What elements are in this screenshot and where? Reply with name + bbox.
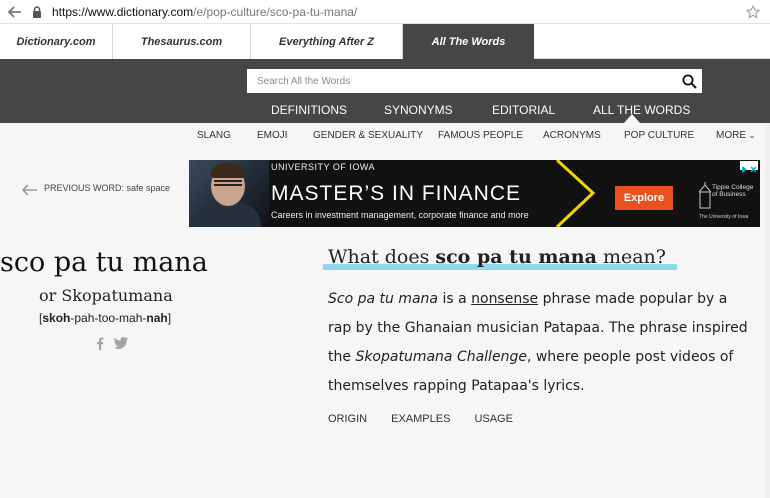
lock-icon xyxy=(30,0,44,24)
previous-word-label: PREVIOUS WORD: safe space xyxy=(44,183,171,193)
tab-all-the-words[interactable]: All The Words xyxy=(403,24,534,59)
subnav-more[interactable]: MORE ⌄ xyxy=(716,130,755,141)
left-arrow-icon xyxy=(22,182,44,202)
subnav-acronyms[interactable]: ACRONYMS xyxy=(543,130,601,141)
nav-synonyms[interactable]: SYNONYMS xyxy=(384,103,453,117)
tab-thesaurus[interactable]: Thesaurus.com xyxy=(113,24,251,59)
facebook-icon[interactable] xyxy=(96,337,104,353)
twitter-icon[interactable] xyxy=(114,337,128,353)
def-term: Sco pa tu mana xyxy=(328,291,438,307)
definition-question: What does sco pa tu mana mean? xyxy=(328,246,666,268)
active-nav-caret xyxy=(624,114,640,123)
ad-subline: Careers in investment management, corpor… xyxy=(271,210,529,220)
search-input[interactable] xyxy=(247,70,676,92)
subnav-more-label: MORE xyxy=(716,130,746,141)
tab-dictionary[interactable]: Dictionary.com xyxy=(0,24,113,59)
share-links xyxy=(96,337,128,353)
ad-university: UNIVERSITY OF IOWA xyxy=(271,162,376,172)
tab-origin[interactable]: ORIGIN xyxy=(328,413,367,425)
main-navigation: DEFINITIONS SYNONYMS EDITORIAL ALL THE W… xyxy=(0,59,770,123)
tab-examples[interactable]: EXAMPLES xyxy=(391,413,450,425)
ad-banner[interactable]: UNIVERSITY OF IOWA MASTER’S IN FINANCE C… xyxy=(189,160,760,227)
tab-usage[interactable]: USAGE xyxy=(474,413,513,425)
headword-text: sco pa tu mana xyxy=(0,247,208,278)
tippie-logo: Tippie College of Business The Universit… xyxy=(699,180,757,224)
pron-close: ] xyxy=(167,311,172,325)
definition-text: Sco pa tu mana is a nonsense phrase made… xyxy=(328,285,748,401)
question-term: sco pa tu mana xyxy=(435,246,597,268)
def-part-2: is a xyxy=(438,291,472,307)
url-path: /e/pop-culture/sco-pa-tu-mana/ xyxy=(193,4,358,19)
alt-spelling: or Skopatumana xyxy=(39,286,173,305)
subnav-famous-people[interactable]: FAMOUS PEOPLE xyxy=(438,130,523,141)
bookmark-star-icon[interactable] xyxy=(745,4,761,19)
ad-chevron-graphic xyxy=(555,160,596,227)
question-suffix: mean? xyxy=(596,246,666,268)
url-text[interactable]: https://www.dictionary.com/e/pop-culture… xyxy=(44,5,357,19)
url-host: https://www.dictionary.com xyxy=(52,4,194,19)
nav-editorial[interactable]: EDITORIAL xyxy=(492,103,555,117)
ad-logo-text: Tippie College of Business xyxy=(712,184,754,198)
pron-stress-2: nah xyxy=(146,311,168,325)
ad-photo xyxy=(189,160,269,227)
sub-navigation: SLANG EMOJI GENDER & SEXUALITY FAMOUS PE… xyxy=(0,123,770,147)
nav-all-the-words[interactable]: ALL THE WORDS xyxy=(593,103,690,117)
pron-mid: -pah-too-mah- xyxy=(70,311,147,325)
previous-word-link[interactable]: PREVIOUS WORD: safe space xyxy=(22,182,172,202)
browser-address-bar[interactable]: https://www.dictionary.com/e/pop-culture… xyxy=(0,0,770,24)
ad-choices-icon[interactable] xyxy=(740,161,758,173)
ad-explore-button[interactable]: Explore xyxy=(615,186,673,210)
def-challenge: Skopatumana Challenge xyxy=(355,349,527,365)
nav-definitions[interactable]: DEFINITIONS xyxy=(271,103,347,117)
question-prefix: What does xyxy=(328,246,436,268)
search-icon[interactable] xyxy=(676,69,702,93)
ad-headline: MASTER’S IN FINANCE xyxy=(271,182,522,205)
subnav-gender-sexuality[interactable]: GENDER & SEXUALITY xyxy=(313,130,423,141)
ad-logo-sub: The University of Iowa xyxy=(699,214,749,220)
chevron-down-icon: ⌄ xyxy=(748,131,756,140)
subnav-pop-culture[interactable]: POP CULTURE xyxy=(624,130,694,141)
pronunciation: [skoh-pah-too-mah-nah] xyxy=(39,311,171,325)
section-tabs: ORIGIN EXAMPLES USAGE xyxy=(328,413,513,425)
nonsense-link[interactable]: nonsense xyxy=(471,291,538,307)
back-arrow-icon[interactable] xyxy=(0,0,30,24)
page-scrollbar[interactable] xyxy=(765,123,770,498)
site-tabs: Dictionary.com Thesaurus.com Everything … xyxy=(0,24,770,59)
pron-stress-1: skoh xyxy=(42,311,71,325)
headword: sco pa tu mana xyxy=(0,247,228,278)
subnav-slang[interactable]: SLANG xyxy=(197,130,231,141)
subnav-emoji[interactable]: EMOJI xyxy=(257,130,288,141)
tab-everything-after-z[interactable]: Everything After Z xyxy=(251,24,403,59)
search-bar xyxy=(247,69,702,93)
